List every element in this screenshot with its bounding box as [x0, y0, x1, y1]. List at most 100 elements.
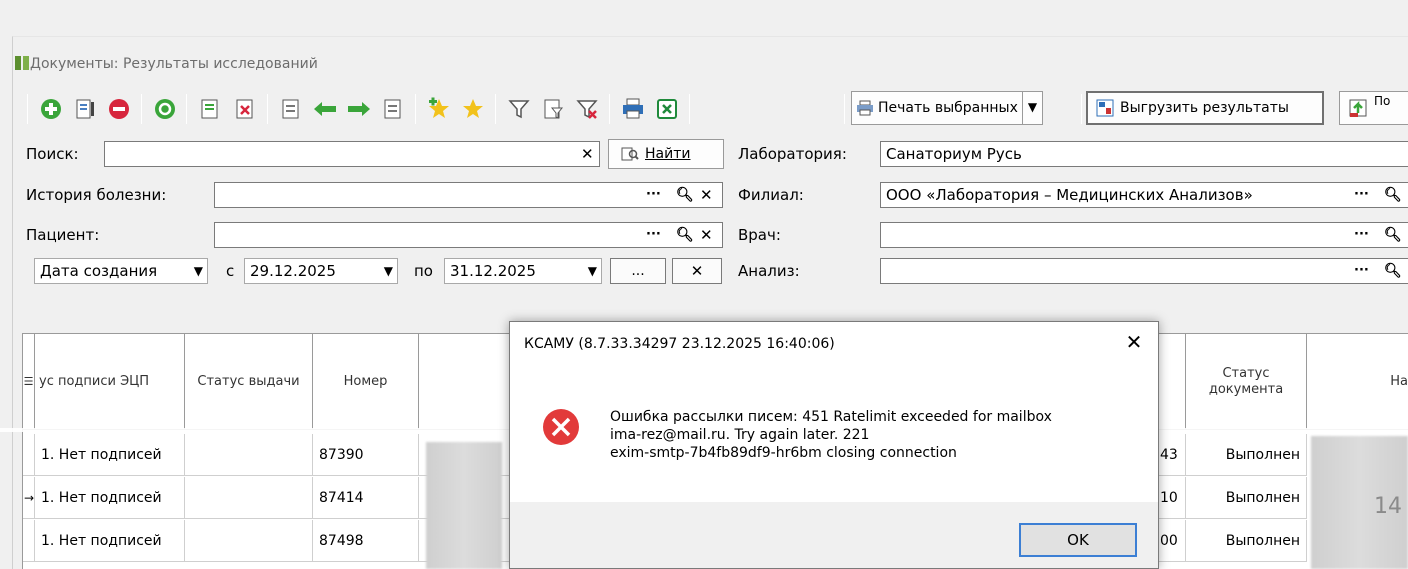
header-number[interactable]: Номер [313, 334, 419, 430]
toolbar-separator [27, 94, 28, 124]
row-indicator[interactable] [23, 520, 35, 562]
column-chooser-icon[interactable]: ☰ [23, 334, 35, 430]
cell-number[interactable]: 87414 [313, 477, 419, 519]
toolbar-separator [495, 94, 496, 124]
ok-button[interactable]: OK [1019, 523, 1137, 557]
chevron-down-icon: ▼ [587, 264, 597, 278]
print-selected-label: Печать выбранных [878, 100, 1018, 116]
search-icon[interactable]: 🔍︎ [676, 222, 694, 248]
clear-search-icon[interactable]: ✕ [581, 141, 594, 167]
arrow-right-icon[interactable] [344, 94, 374, 124]
add-icon[interactable] [36, 94, 66, 124]
cell-issue[interactable] [185, 434, 313, 476]
row-indicator[interactable] [23, 434, 35, 476]
cell-status[interactable]: Выполнен [1186, 520, 1307, 562]
analysis-input[interactable] [880, 258, 1408, 284]
arrow-left-icon[interactable] [310, 94, 340, 124]
clear-patient-icon[interactable]: ✕ [700, 222, 713, 248]
ellipsis-icon[interactable]: ··· [646, 182, 661, 208]
header-name[interactable]: На [1307, 334, 1408, 430]
search-label: Поиск: [26, 145, 79, 163]
lab-label: Лаборатория: [738, 145, 847, 163]
date-to-input[interactable]: 31.12.2025 ▼ [444, 258, 602, 284]
document-out-icon[interactable] [378, 94, 408, 124]
cell-mid[interactable]: 00 [1159, 520, 1186, 562]
date-from-value: 29.12.2025 [250, 262, 336, 280]
date-type-value: Дата создания [40, 262, 158, 280]
filter-icon[interactable] [504, 94, 534, 124]
cell-status[interactable]: Выполнен [1186, 477, 1307, 519]
toolbar-separator [609, 94, 610, 124]
document-in-icon[interactable] [276, 94, 306, 124]
doctor-input[interactable] [880, 222, 1408, 248]
favorite-icon[interactable] [458, 94, 488, 124]
redacted-area [426, 442, 502, 569]
clear-dates-button[interactable]: ✕ [672, 258, 722, 284]
edit-document-icon[interactable] [70, 94, 100, 124]
cell-issue[interactable] [185, 520, 313, 562]
cell-issue[interactable] [185, 477, 313, 519]
lab-input[interactable]: Санаториум Русь [880, 141, 1408, 167]
period-button[interactable]: ... [610, 258, 666, 284]
header-hidden[interactable] [419, 334, 511, 430]
favorite-add-icon[interactable] [424, 94, 454, 124]
print-icon[interactable] [618, 94, 648, 124]
cell-status[interactable]: Выполнен [1186, 434, 1307, 476]
date-from-input[interactable]: 29.12.2025 ▼ [244, 258, 398, 284]
excel-icon[interactable] [652, 94, 682, 124]
ellipsis-icon[interactable]: ··· [646, 222, 661, 248]
search-input[interactable] [104, 141, 600, 167]
export-results-label: Выгрузить результаты [1120, 100, 1289, 116]
header-sign-status[interactable]: ус подписи ЭЦП [35, 334, 185, 430]
branch-input[interactable]: ООО «Лаборатория – Медицинских Анализов» [880, 182, 1408, 208]
document-check-icon[interactable] [195, 94, 225, 124]
export-results-button[interactable]: Выгрузить результаты [1086, 91, 1324, 125]
branch-value: ООО «Лаборатория – Медицинских Анализов» [886, 186, 1253, 204]
print-icon [857, 100, 873, 116]
find-button[interactable]: Найти [608, 139, 724, 169]
cell-mid[interactable]: 43 [1159, 434, 1186, 476]
cell-sign[interactable]: 1. Нет подписей [35, 477, 185, 519]
toolbar-separator [267, 94, 268, 124]
cell-number[interactable]: 87498 [313, 520, 419, 562]
date-to-label: по [414, 262, 433, 280]
cell-mid[interactable]: 10 [1159, 477, 1186, 519]
header-hidden[interactable] [1159, 334, 1186, 430]
toolbar-separator [415, 94, 416, 124]
branch-label: Филиал: [738, 186, 804, 204]
ellipsis-icon[interactable]: ··· [1354, 222, 1369, 248]
history-label: История болезни: [26, 186, 167, 204]
header-issue-status[interactable]: Статус выдачи [185, 334, 313, 430]
ellipsis-icon[interactable]: ··· [1354, 182, 1369, 208]
clear-history-icon[interactable]: ✕ [700, 182, 713, 208]
load-button[interactable]: По [1339, 91, 1408, 125]
refresh-icon[interactable] [150, 94, 180, 124]
filter-clear-icon[interactable] [572, 94, 602, 124]
cell-sign[interactable]: 1. Нет подписей [35, 520, 185, 562]
cell-number[interactable]: 87390 [313, 434, 419, 476]
close-icon[interactable]: ✕ [1122, 330, 1146, 354]
chevron-down-icon: ▼ [193, 264, 203, 278]
search-icon[interactable]: 🔍︎ [1384, 258, 1402, 284]
header-name-label: На [1390, 373, 1408, 389]
chevron-down-icon[interactable]: ▼ [1022, 92, 1042, 124]
search-icon[interactable]: 🔍︎ [676, 182, 694, 208]
toolbar-separator [1081, 94, 1082, 124]
error-dialog: КСАМУ (8.7.33.34297 23.12.2025 16:40:06)… [509, 321, 1159, 569]
ellipsis-icon[interactable]: ··· [1354, 258, 1369, 284]
print-selected-button[interactable]: Печать выбранных ▼ [851, 91, 1043, 125]
document-remove-icon[interactable] [230, 94, 260, 124]
delete-icon[interactable] [104, 94, 134, 124]
date-type-select[interactable]: Дата создания ▼ [34, 258, 208, 284]
toolbar-separator [141, 94, 142, 124]
search-icon[interactable]: 🔍︎ [1384, 222, 1402, 248]
filter-settings-icon[interactable] [538, 94, 568, 124]
upload-icon [1349, 99, 1367, 117]
search-icon[interactable]: 🔍︎ [1384, 182, 1402, 208]
header-doc-status[interactable]: Статус документа [1186, 334, 1307, 430]
dialog-title: КСАМУ (8.7.33.34297 23.12.2025 16:40:06) [524, 336, 835, 352]
patient-label: Пациент: [26, 226, 100, 244]
row-indicator[interactable]: → [23, 477, 35, 519]
cell-sign[interactable]: 1. Нет подписей [35, 434, 185, 476]
doctor-label: Врач: [738, 226, 781, 244]
